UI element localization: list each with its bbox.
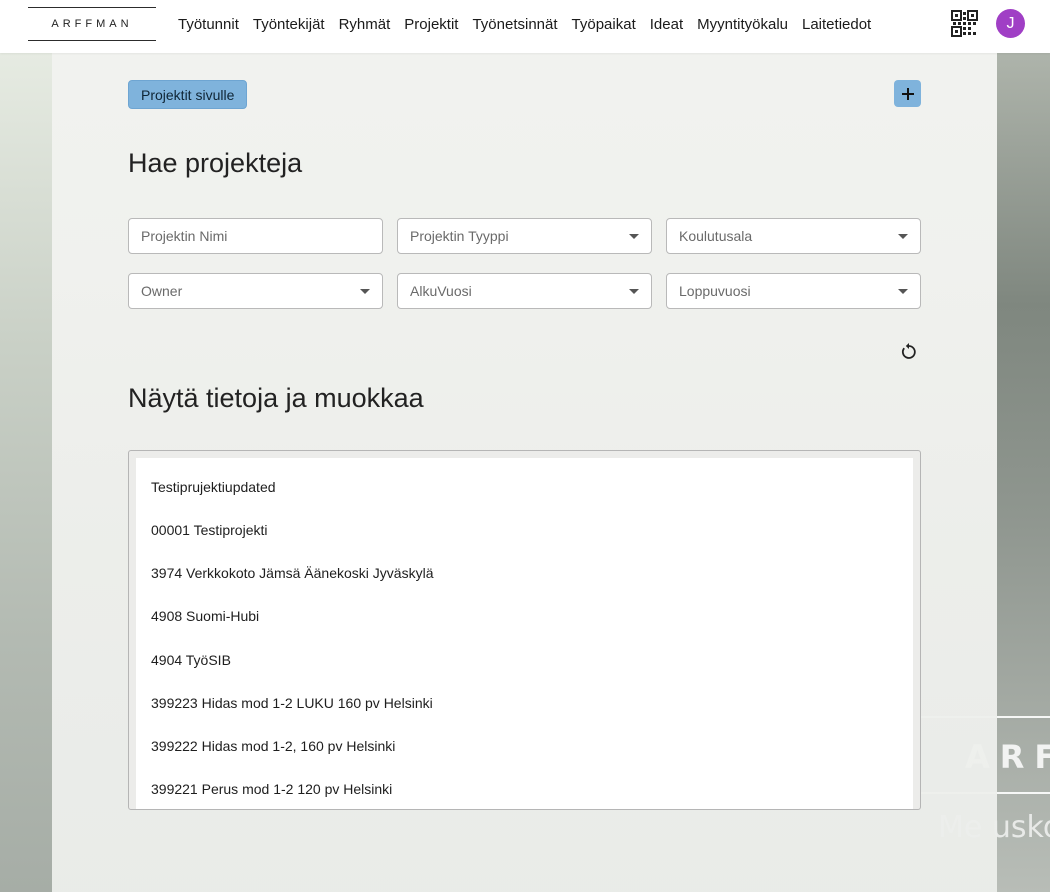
nav-item-tyontekijat[interactable]: Työntekijät [246,16,332,33]
list-item[interactable]: Testiprujektiupdated [151,479,276,495]
dropdown-caret-icon [898,289,908,294]
list-item[interactable]: 3974 Verkkokoto Jämsä Äänekoski Jyväskyl… [151,565,433,581]
qr-code-icon[interactable] [951,10,978,37]
user-avatar[interactable]: J [996,9,1025,38]
list-item[interactable]: 399223 Hidas mod 1-2 LUKU 160 pv Helsink… [151,695,433,711]
background-scenery-left [0,53,52,892]
field-of-study-label: Koulutusala [679,228,753,244]
nav-item-ideat[interactable]: Ideat [643,16,690,33]
project-list: Testiprujektiupdated 00001 Testiprojekti… [128,450,921,810]
nav-item-tyonetsinnat[interactable]: Työnetsinnät [465,16,564,33]
projects-page-button[interactable]: Projektit sivulle [128,80,248,109]
nav-item-myyntityokalu[interactable]: Myyntityökalu [690,16,795,33]
reset-icon[interactable] [899,342,919,362]
owner-label: Owner [141,283,183,299]
list-item[interactable]: 399222 Hidas mod 1-2, 160 pv Helsinki [151,738,395,754]
end-year-label: Loppuvuosi [679,283,751,299]
project-type-select[interactable]: Projektin Tyyppi [397,218,652,254]
project-name-field[interactable] [128,218,383,254]
dropdown-caret-icon [898,234,908,239]
nav-item-laitetiedot[interactable]: Laitetiedot [795,16,878,33]
start-year-select[interactable]: AlkuVuosi [397,273,652,309]
nav-item-projektit[interactable]: Projektit [397,16,465,33]
project-name-input[interactable] [141,228,371,244]
field-of-study-select[interactable]: Koulutusala [666,218,921,254]
brand-logo[interactable]: ARFFMAN [28,7,156,41]
list-item[interactable]: 4908 Suomi-Hubi [151,608,259,624]
list-item[interactable]: 4904 TyöSIB [151,652,231,668]
nav-item-tyotunnit[interactable]: Työtunnit [171,16,246,33]
top-navigation: ARFFMAN Työtunnit Työntekijät Ryhmät Pro… [0,0,1050,53]
list-item[interactable]: 399221 Perus mod 1-2 120 pv Helsinki [151,781,392,797]
nav-item-ryhmat[interactable]: Ryhmät [332,16,398,33]
plus-icon [901,87,914,100]
dropdown-caret-icon [629,234,639,239]
project-type-label: Projektin Tyyppi [410,228,509,244]
dropdown-caret-icon [629,289,639,294]
nav-item-tyopaikat[interactable]: Työpaikat [565,16,643,33]
start-year-label: AlkuVuosi [410,283,472,299]
project-list-scroll-area[interactable]: Testiprujektiupdated 00001 Testiprojekti… [136,458,913,809]
end-year-select[interactable]: Loppuvuosi [666,273,921,309]
results-section-title: Näytä tietoja ja muokkaa [128,383,424,413]
nav-menu: Työtunnit Työntekijät Ryhmät Projektit T… [171,0,878,48]
list-item[interactable]: 00001 Testiprojekti [151,522,267,538]
dropdown-caret-icon [360,289,370,294]
add-project-button[interactable] [894,80,921,107]
search-section-title: Hae projekteja [128,148,303,178]
owner-select[interactable]: Owner [128,273,383,309]
